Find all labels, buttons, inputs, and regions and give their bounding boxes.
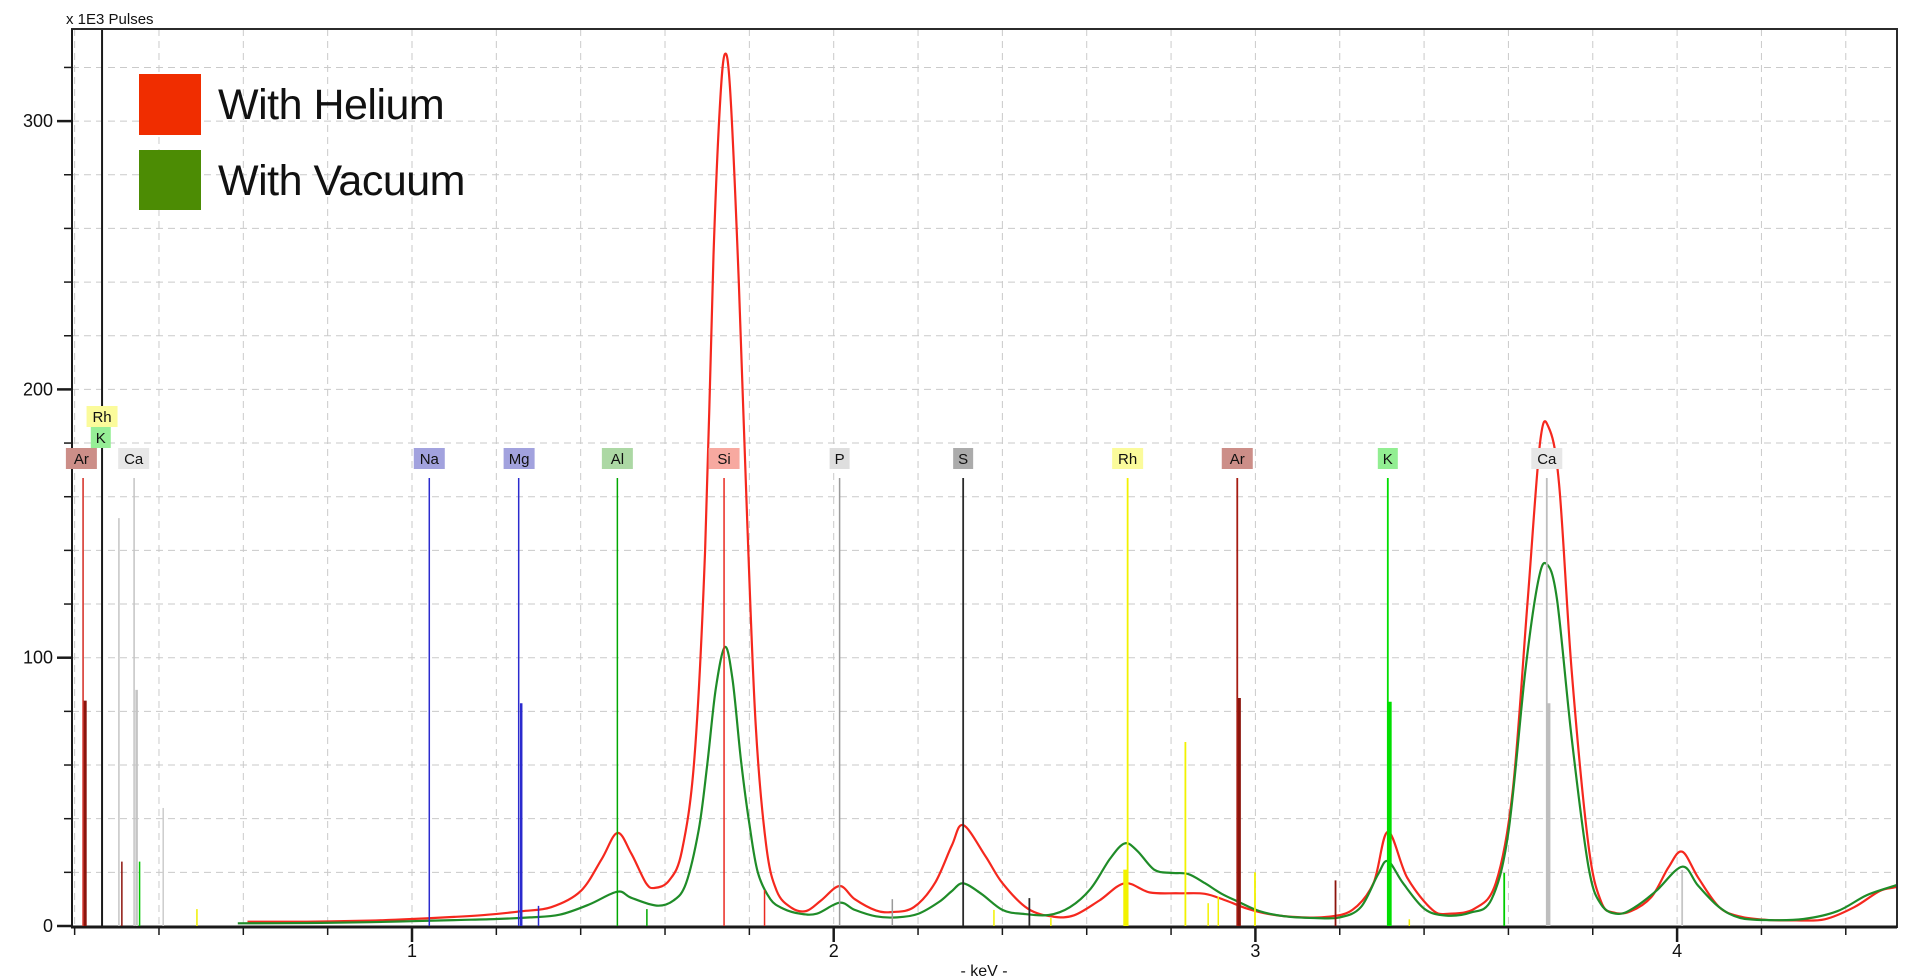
element-label-s-2.307: S [953, 448, 973, 469]
element-label-ca-0.34: Ca [118, 448, 149, 469]
element-label-na-1.041: Na [414, 448, 445, 469]
element-label-si-1.74: Si [709, 448, 740, 469]
element-label-text: Al [611, 451, 624, 468]
element-label-text: Ar [1230, 451, 1245, 468]
element-label-text: Na [420, 451, 440, 468]
element-label-text: K [96, 430, 106, 447]
x-tick-label: 4 [1672, 941, 1682, 961]
element-label-text: P [835, 451, 845, 468]
element-label-ca-3.691: Ca [1531, 448, 1562, 469]
element-label-text: K [1383, 451, 1393, 468]
element-label-text: Rh [1118, 451, 1137, 468]
spectrum-view: 12340100200300 RhKArCaNaMgAlSiPSRhArKCa … [0, 0, 1920, 980]
y-tick-label: 300 [23, 111, 53, 131]
spectrum-chart: 12340100200300 RhKArCaNaMgAlSiPSRhArKCa … [0, 0, 1920, 980]
element-label-text: Ca [1537, 451, 1557, 468]
element-label-mg-1.254: Mg [504, 448, 535, 469]
element-label-rh-2.697: Rh [1112, 448, 1143, 469]
x-tick-label: 2 [829, 941, 839, 961]
x-tick-label: 3 [1250, 941, 1260, 961]
element-label-text: Ar [74, 451, 89, 468]
legend-swatch-vacuum [139, 150, 201, 210]
element-label-text: Si [717, 451, 730, 468]
legend-swatch-helium [139, 74, 201, 135]
element-label-p-2.014: P [830, 448, 850, 469]
element-label-text: Ca [124, 451, 144, 468]
legend-label-helium: With Helium [218, 81, 444, 129]
element-label-rh-0.265: Rh [87, 406, 118, 427]
element-label-k-3.314: K [1378, 448, 1398, 469]
legend-label-vacuum: With Vacuum [218, 157, 465, 205]
x-tick-label: 1 [407, 941, 417, 961]
element-label-text: Mg [509, 451, 530, 468]
element-label-k-0.262: K [91, 427, 111, 448]
element-label-ar-2.957: Ar [1222, 448, 1253, 469]
element-label-text: S [958, 451, 968, 468]
y-axis-title: x 1E3 Pulses [66, 11, 154, 28]
chart-background [0, 0, 1920, 980]
x-axis-title: - keV - [960, 963, 1007, 980]
element-label-text: Rh [92, 409, 111, 426]
y-tick-label: 100 [23, 648, 53, 668]
y-tick-label: 200 [23, 379, 53, 399]
element-label-al-1.487: Al [602, 448, 633, 469]
y-tick-label: 0 [43, 916, 53, 936]
element-label-ar-0.216: Ar [66, 448, 97, 469]
